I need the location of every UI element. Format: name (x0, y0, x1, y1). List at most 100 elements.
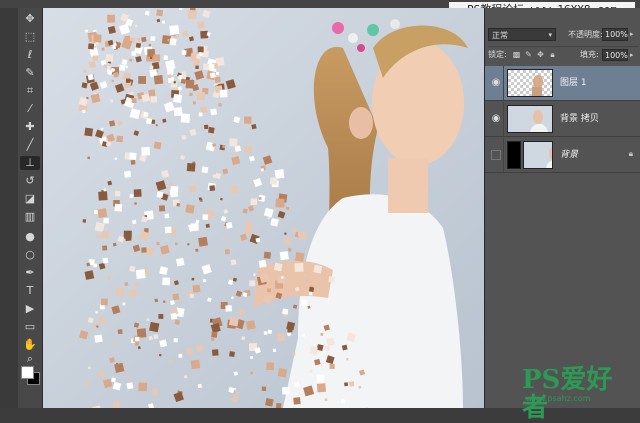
marquee-tool-icon[interactable]: ⬚ (20, 30, 40, 44)
lock-image-pixels-icon[interactable]: ✎ (524, 50, 533, 59)
layer-lock-icon: 🔒︎ (629, 149, 633, 159)
particle (149, 44, 151, 46)
opacity-chevron-icon[interactable]: ▸ (630, 28, 634, 41)
particle (173, 107, 182, 116)
particle (119, 65, 125, 71)
dodge-tool-icon[interactable]: ○ (20, 248, 40, 262)
particle (114, 204, 122, 212)
particle (330, 364, 335, 369)
particle (259, 197, 262, 200)
particle (131, 98, 136, 103)
eraser-tool-icon[interactable]: ◪ (20, 192, 40, 206)
particle (276, 403, 282, 408)
particle (310, 346, 318, 354)
gradient-tool-icon[interactable]: ▥ (20, 210, 40, 224)
lasso-tool-icon[interactable]: ℓ (20, 48, 40, 62)
layer-thumbnail[interactable] (523, 141, 553, 169)
history-brush-tool-icon[interactable]: ↺ (20, 174, 40, 188)
path-select-tool-icon[interactable]: ▶ (20, 302, 40, 316)
particle (162, 21, 165, 24)
particle (104, 64, 108, 68)
particle (154, 141, 162, 149)
particle (176, 258, 185, 267)
lock-all-icon[interactable]: 🔒︎ (548, 50, 557, 59)
zoom-tool-icon[interactable]: ⌕ (20, 352, 40, 366)
particle (131, 51, 136, 56)
particle (141, 147, 150, 156)
particle (222, 145, 225, 148)
particle (325, 346, 330, 351)
crop-tool-icon[interactable]: ⌗ (20, 84, 40, 98)
type-tool-icon[interactable]: T (20, 284, 40, 298)
particle (313, 265, 322, 274)
particle (135, 25, 138, 28)
fill-input[interactable]: 100% (602, 49, 628, 61)
hand-tool-icon[interactable]: ✋ (20, 338, 40, 352)
healing-brush-tool-icon[interactable]: ✚ (20, 120, 40, 134)
particle (198, 237, 208, 247)
eyedropper-tool-icon[interactable]: ⁄ (20, 102, 40, 116)
particle (293, 397, 300, 404)
opacity-input[interactable]: 100% (602, 28, 628, 41)
particle (317, 383, 326, 392)
particle (134, 189, 142, 197)
particle (225, 249, 230, 254)
particle (317, 374, 325, 382)
particle (138, 382, 147, 391)
pen-tool-icon[interactable]: ✒ (20, 266, 40, 280)
particle (181, 79, 186, 84)
document-canvas[interactable] (43, 8, 484, 408)
clone-stamp-tool-icon[interactable]: ⊥ (20, 156, 40, 170)
particle (284, 238, 290, 244)
layer-thumbnail[interactable] (507, 105, 553, 133)
layer-divider (503, 102, 504, 136)
particle (246, 320, 256, 330)
quick-select-tool-icon[interactable]: ✎ (20, 66, 40, 80)
visibility-toggle-off[interactable] (491, 150, 501, 160)
particle (164, 213, 169, 218)
fill-chevron-icon[interactable]: ▸ (630, 49, 634, 61)
particle (131, 160, 136, 165)
particle (293, 304, 297, 308)
particle (265, 398, 274, 407)
layer-name[interactable]: 背景 (560, 149, 578, 161)
particle (116, 287, 124, 295)
particle (187, 163, 196, 172)
layer-name[interactable]: 图层 1 (560, 77, 587, 89)
layer-divider (503, 66, 504, 100)
particle (83, 69, 87, 73)
particle (250, 372, 253, 375)
layer-row[interactable]: ◉ 图层 1 (485, 66, 640, 101)
lock-position-icon[interactable]: ✥ (536, 50, 545, 59)
particle (176, 203, 180, 207)
move-tool-icon[interactable]: ✥ (20, 12, 40, 26)
particle (189, 93, 192, 96)
brush-tool-icon[interactable]: ╱ (20, 138, 40, 152)
visibility-eye-icon[interactable]: ◉ (490, 113, 502, 125)
layer-name[interactable]: 背景 拷贝 (560, 113, 599, 125)
particle (302, 334, 305, 337)
particle (82, 110, 85, 113)
foreground-color-swatch[interactable] (21, 366, 34, 379)
blend-mode-select[interactable]: 正常 ▾ (488, 28, 556, 41)
particle (110, 99, 113, 102)
layer-thumbnail[interactable] (507, 69, 553, 97)
shape-tool-icon[interactable]: ▭ (20, 320, 40, 334)
particle (88, 74, 94, 80)
particle (251, 124, 256, 129)
particle (156, 242, 159, 245)
layer-row[interactable]: ◉ 背景 拷贝 (485, 102, 640, 137)
layer-mask-thumbnail[interactable] (507, 141, 521, 169)
particle (245, 227, 253, 235)
lock-transparent-pixels-icon[interactable]: ▩ (512, 50, 521, 59)
particle (203, 51, 207, 55)
visibility-eye-icon[interactable]: ◉ (490, 77, 502, 89)
particle (95, 222, 105, 232)
particle (85, 30, 88, 33)
particle (109, 120, 115, 126)
particle (168, 74, 172, 78)
blur-tool-icon[interactable]: ● (20, 230, 40, 244)
particle (295, 252, 305, 262)
particle (325, 398, 328, 401)
layer-row[interactable]: 背景 🔒︎ (485, 138, 640, 173)
